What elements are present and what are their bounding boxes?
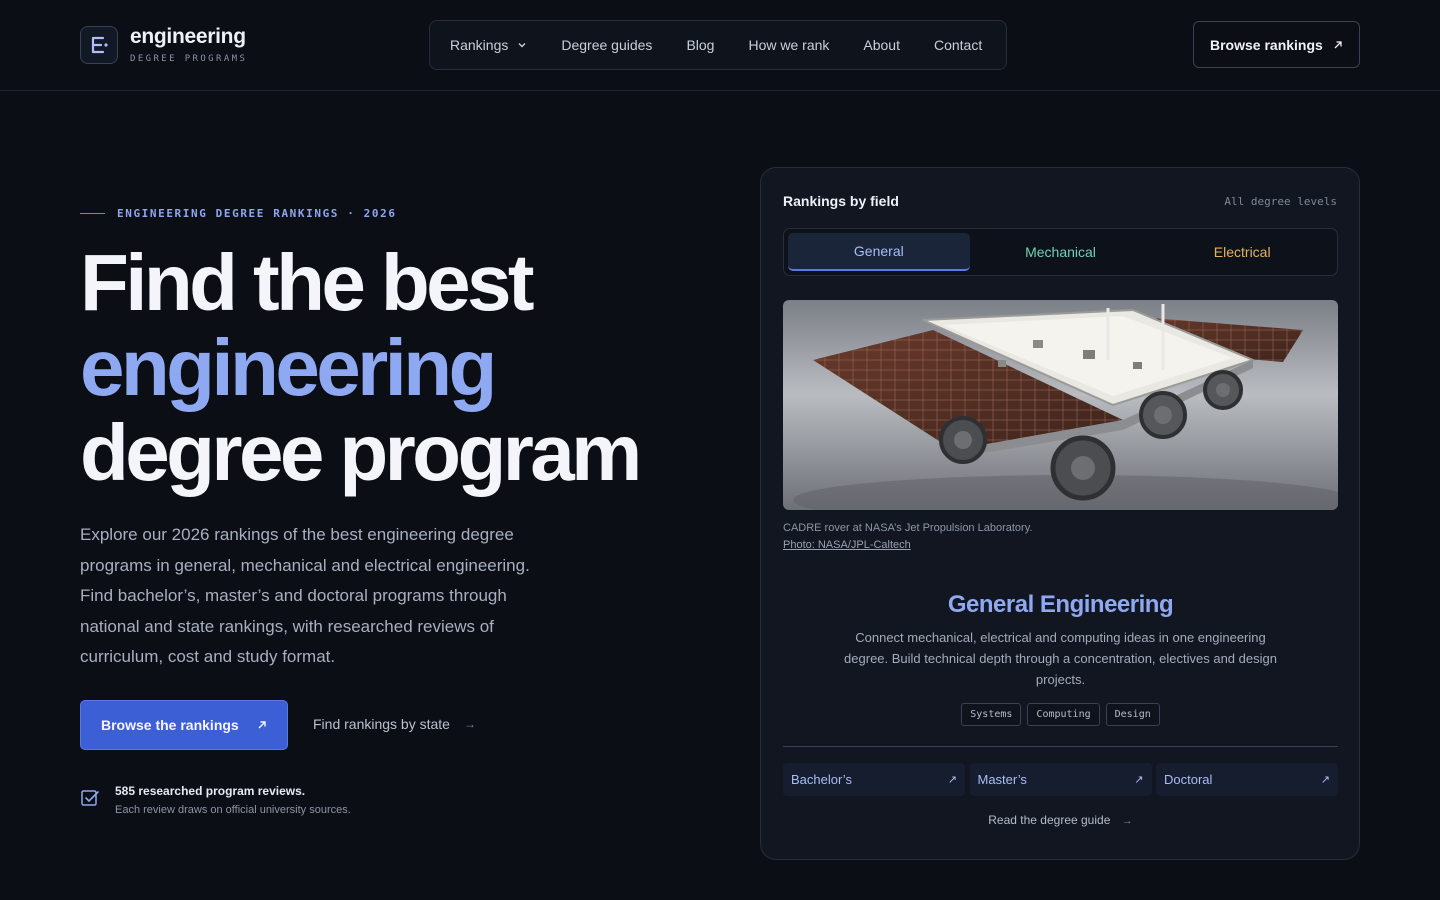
logo-mark-icon [80,26,118,64]
logo[interactable]: engineering DEGREE PROGRAMS [80,26,247,64]
arrow-up-right-icon [258,721,266,729]
arrow-up-right-icon: ↗ [1320,774,1330,786]
field-title: General Engineering [947,591,1174,618]
brand-title: engineering [130,25,246,48]
site-header: engineering DEGREE PROGRAMS Rankings Deg… [0,0,1440,91]
arrow-right-icon: → [463,717,476,731]
photo-caption: CADRE rover at NASA’s Jet Propulsion Lab… [783,520,1032,554]
nav-item-rankings[interactable]: Rankings [450,37,527,53]
proof-block: 585 researched program reviews. Each rev… [80,783,351,816]
main-nav: Rankings Degree guides Blog How we rank … [429,20,1007,70]
tab-general[interactable]: General [788,233,970,271]
cta-label: Browse the rankings [101,717,239,733]
chevron-down-icon [518,43,526,48]
arrow-up-right-icon [1334,40,1342,48]
proof-subtitle: Each review draws on official university… [115,804,351,816]
nav-item-how-we-rank[interactable]: How we rank [748,37,829,53]
tab-electrical[interactable]: Electrical [1151,233,1333,271]
secondary-cta-label: Find rankings by state [313,716,450,732]
field-tags: Systems Computing Design [783,703,1338,726]
tag: Design [1105,703,1160,726]
card-title: Rankings by field [783,193,899,209]
eyebrow-line [80,213,105,214]
nav-item-blog[interactable]: Blog [686,37,714,53]
rover-photo [783,300,1338,510]
tag: Systems [961,703,1022,726]
tag: Computing [1027,703,1100,726]
hero-title: Find the best engineering degree program [80,240,720,495]
guide-label: Read the degree guide [988,813,1111,827]
degree-level-links: Bachelor’s ↗ Master’s ↗ Doctoral ↗ [783,763,1338,796]
level-label: Doctoral [1164,772,1213,787]
hero-title-line2: engineering [80,323,497,412]
browse-the-rankings-button[interactable]: Browse the rankings [80,700,288,750]
arrow-right-icon: → [1121,815,1133,827]
hero-eyebrow: ENGINEERING DEGREE RANKINGS · 2026 [80,207,397,220]
rankings-by-field-card: Rankings by field All degree levels Gene… [760,167,1360,860]
browse-rankings-button[interactable]: Browse rankings [1193,21,1360,68]
hero-title-line1: Find the best [80,238,535,327]
degree-guide-link[interactable]: Read the degree guide → [783,813,1338,827]
card-divider [783,746,1338,747]
brand-subtitle: DEGREE PROGRAMS [130,54,248,64]
hero-lead: Explore our 2026 rankings of the best en… [80,525,530,666]
checkbox-check-icon [81,790,99,806]
nav-item-about[interactable]: About [863,37,900,53]
level-label: Master’s [977,772,1027,787]
field-description: Connect mechanical, electrical and compu… [844,630,1277,687]
level-label: Bachelor’s [791,772,852,787]
arrow-up-right-icon: ↗ [947,774,957,786]
card-meta: All degree levels [1224,195,1337,208]
level-masters-link[interactable]: Master’s ↗ [969,763,1152,796]
hero-title-line3: degree program [80,408,642,497]
browse-rankings-label: Browse rankings [1210,36,1323,53]
level-bachelors-link[interactable]: Bachelor’s ↗ [783,763,965,796]
field-tabs: General Mechanical Electrical [783,228,1338,276]
proof-title: 585 researched program reviews. [115,784,306,798]
level-doctoral-link[interactable]: Doctoral ↗ [1156,763,1338,796]
find-rankings-by-state-link[interactable]: Find rankings by state → [313,716,476,732]
nav-item-contact[interactable]: Contact [934,37,982,53]
tab-mechanical[interactable]: Mechanical [970,233,1152,271]
photo-credit-link[interactable]: Photo: NASA/JPL-Caltech [783,537,1032,554]
nav-item-degree-guides[interactable]: Degree guides [561,37,652,53]
caption-text: CADRE rover at NASA’s Jet Propulsion Lab… [783,522,1033,534]
arrow-up-right-icon: ↗ [1134,774,1144,786]
eyebrow-text: ENGINEERING DEGREE RANKINGS · 2026 [117,207,397,220]
nav-item-label: Rankings [450,37,509,53]
